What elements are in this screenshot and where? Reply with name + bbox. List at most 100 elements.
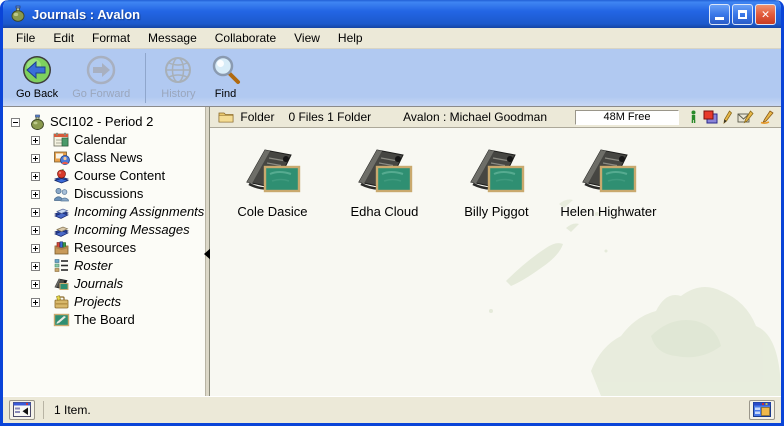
toolbar-separator — [145, 53, 146, 103]
sidebar-item-discussions[interactable]: Discussions — [9, 185, 205, 203]
expand-plus-icon[interactable] — [31, 154, 40, 163]
roster-icon — [53, 258, 70, 274]
sidebar-item-roster[interactable]: Roster — [9, 257, 205, 275]
toggle-left-panel-button[interactable] — [9, 400, 35, 420]
statusbar-separator — [43, 401, 44, 419]
panel-left-arrow-icon — [13, 402, 31, 417]
sidebar-item-the-board[interactable]: The Board — [9, 311, 205, 329]
sidebar-item-journals[interactable]: Journals — [9, 275, 205, 293]
go-forward-label: Go Forward — [72, 88, 130, 100]
minimize-button[interactable] — [709, 4, 730, 25]
journal-item-edha-cloud[interactable]: Edha Cloud — [328, 144, 440, 219]
expand-plus-icon[interactable] — [31, 136, 40, 145]
journal-label: Edha Cloud — [350, 204, 418, 219]
journal-label: Cole Dasice — [237, 204, 307, 219]
minimize-icon — [715, 17, 724, 20]
sidebar-item-label: Roster — [74, 258, 112, 274]
expand-plus-icon[interactable] — [31, 208, 40, 217]
sidebar-item-label: Incoming Messages — [74, 222, 190, 238]
journal-item-cole-dasice[interactable]: Cole Dasice — [216, 144, 328, 219]
menu-view[interactable]: View — [285, 29, 329, 47]
sidebar-item-resources[interactable]: Resources — [9, 239, 205, 257]
journal-book-icon — [239, 144, 305, 200]
find-magnifier-icon — [210, 54, 242, 86]
folder-icon — [218, 111, 234, 123]
status-bar: 1 Item. — [3, 396, 781, 422]
body-split: SCI102 - Period 2 Calendar — [3, 107, 781, 396]
sidebar-item-calendar[interactable]: Calendar — [9, 131, 205, 149]
menu-collaborate[interactable]: Collaborate — [206, 29, 285, 47]
board-icon — [53, 312, 70, 328]
sidebar-item-label: Calendar — [74, 132, 127, 148]
find-button[interactable]: Find — [203, 53, 249, 101]
folder-info-bar: Folder 0 Files 1 Folder Avalon : Michael… — [210, 107, 781, 128]
free-space-label: 48M Free — [603, 111, 650, 123]
journals-icon — [53, 276, 70, 292]
journal-item-helen-highwater[interactable]: Helen Highwater — [552, 144, 664, 219]
flask-icon — [29, 114, 46, 130]
go-back-label: Go Back — [16, 88, 58, 100]
item-count-label: 1 Item. — [54, 403, 91, 417]
toggle-right-panel-button[interactable] — [749, 400, 775, 420]
sidebar-item-incoming-assignments[interactable]: Incoming Assignments — [9, 203, 205, 221]
sidebar-item-label: Resources — [74, 240, 136, 256]
user-presence-icon[interactable] — [689, 110, 698, 124]
menu-message[interactable]: Message — [139, 29, 206, 47]
go-forward-icon — [85, 54, 117, 86]
class-news-icon — [53, 150, 70, 166]
journal-book-icon — [351, 144, 417, 200]
history-button[interactable]: History — [154, 53, 202, 101]
journal-item-billy-piggot[interactable]: Billy Piggot — [440, 144, 552, 219]
expand-plus-icon[interactable] — [31, 298, 40, 307]
toolbar: Go Back Go Forward History — [3, 49, 781, 107]
discussions-icon — [53, 186, 70, 202]
menu-help[interactable]: Help — [329, 29, 372, 47]
file-folder-counts: 0 Files 1 Folder — [288, 110, 371, 124]
expand-plus-icon[interactable] — [31, 262, 40, 271]
menu-bar: File Edit Format Message Collaborate Vie… — [3, 28, 781, 49]
window-title: Journals : Avalon — [32, 7, 709, 22]
close-button[interactable]: ✕ — [755, 4, 776, 25]
expand-plus-icon[interactable] — [31, 190, 40, 199]
compose-mail-icon[interactable] — [737, 110, 754, 124]
close-icon: ✕ — [762, 8, 770, 21]
sidebar-item-label: Class News — [74, 150, 143, 166]
sidebar-item-label: Course Content — [74, 168, 165, 184]
status-icon-group — [689, 110, 775, 124]
find-label: Find — [215, 88, 236, 100]
course-content-icon — [53, 168, 70, 184]
journal-label: Billy Piggot — [464, 204, 528, 219]
panel-layout-icon — [753, 402, 771, 417]
layers-icon[interactable] — [703, 110, 718, 124]
projects-icon — [53, 294, 70, 310]
sidebar-item-incoming-messages[interactable]: Incoming Messages — [9, 221, 205, 239]
sidebar-item-course-content[interactable]: Course Content — [9, 167, 205, 185]
go-forward-button[interactable]: Go Forward — [65, 53, 137, 101]
pencil-icon[interactable] — [723, 110, 732, 124]
sidebar-item-class-news[interactable]: Class News — [9, 149, 205, 167]
flask-icon — [9, 5, 27, 23]
journal-row: Cole Dasice Edha Cl — [210, 128, 781, 219]
go-back-icon — [21, 54, 53, 86]
go-back-button[interactable]: Go Back — [9, 53, 65, 101]
signature-pen-icon[interactable] — [759, 110, 775, 124]
title-bar[interactable]: Journals : Avalon ✕ — [3, 0, 781, 28]
sidebar-item-projects[interactable]: Projects — [9, 293, 205, 311]
menu-format[interactable]: Format — [83, 29, 139, 47]
collapse-minus-icon[interactable] — [11, 118, 20, 127]
folder-contents: Cole Dasice Edha Cl — [210, 128, 781, 396]
connection-label: Avalon : Michael Goodman — [403, 110, 547, 124]
resources-icon — [53, 240, 70, 256]
menu-file[interactable]: File — [7, 29, 44, 47]
expand-plus-icon[interactable] — [31, 244, 40, 253]
sidebar-item-label: Incoming Assignments — [74, 204, 204, 220]
expand-plus-icon[interactable] — [31, 172, 40, 181]
folder-type-label: Folder — [240, 110, 274, 124]
maximize-button[interactable] — [732, 4, 753, 25]
history-label: History — [161, 88, 195, 100]
expand-plus-icon[interactable] — [31, 280, 40, 289]
menu-edit[interactable]: Edit — [44, 29, 83, 47]
sidebar-item-sci102[interactable]: SCI102 - Period 2 — [9, 113, 205, 131]
incoming-assignments-icon — [53, 204, 70, 220]
expand-plus-icon[interactable] — [31, 226, 40, 235]
